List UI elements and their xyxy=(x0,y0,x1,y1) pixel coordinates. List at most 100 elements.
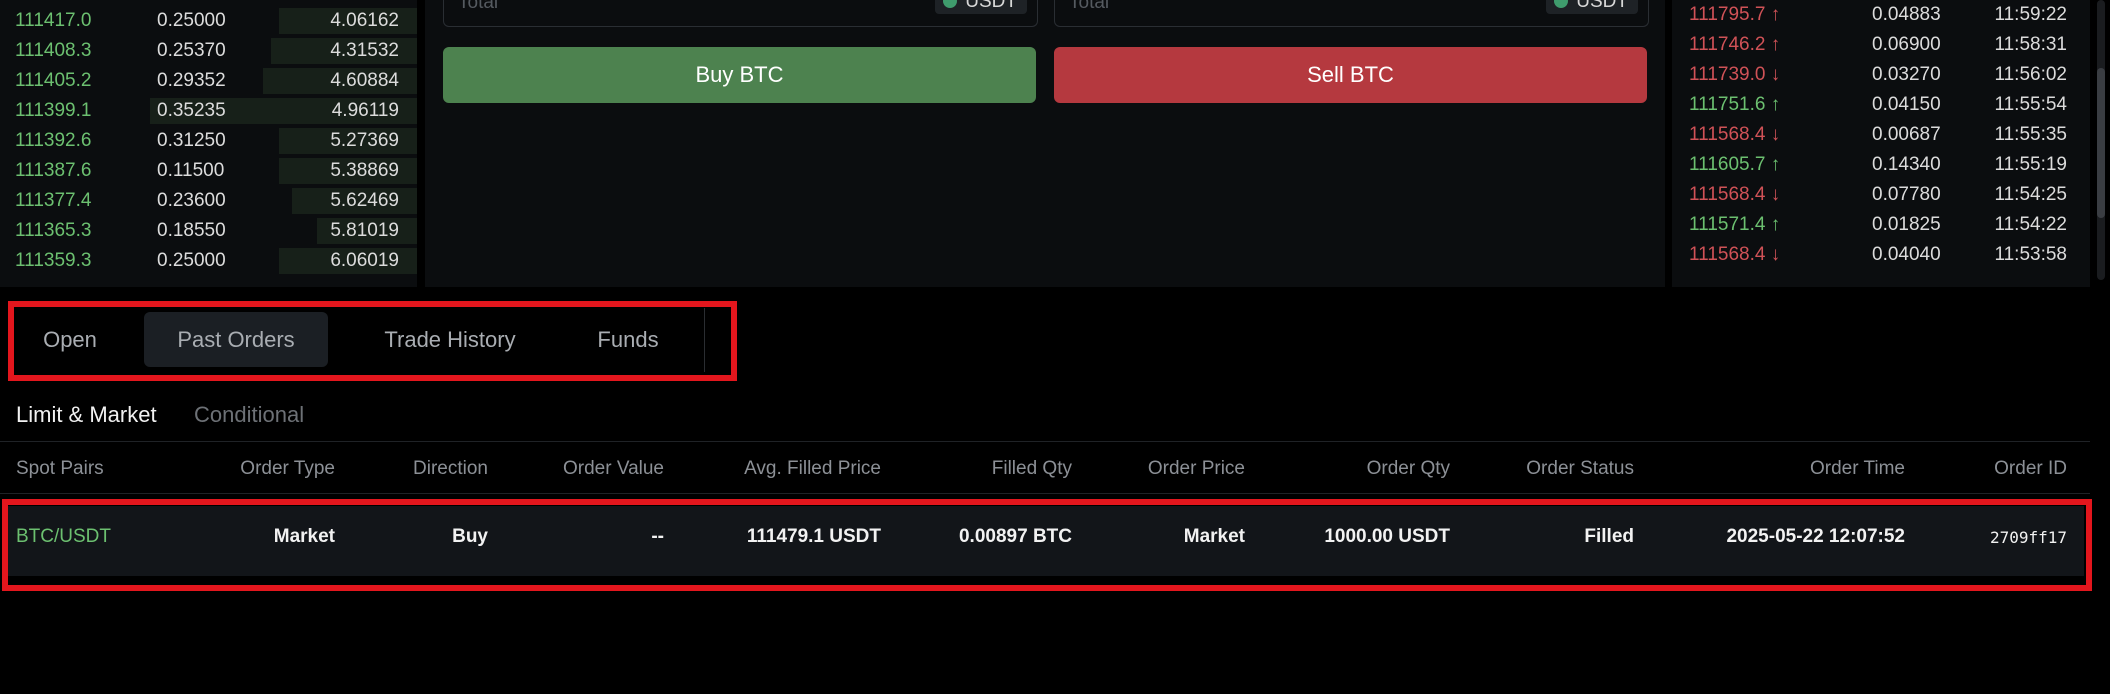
orders-tab-bar: Open Past Orders Trade History Funds xyxy=(18,308,705,372)
cell-order-price: Market xyxy=(1183,526,1245,547)
arrow-down-icon: ↓ xyxy=(1770,244,1781,265)
ask-qty: 0.25370 xyxy=(157,40,226,61)
ask-qty: 0.25000 xyxy=(157,10,226,31)
header-direction: Direction xyxy=(413,458,488,479)
ask-price: 111377.4 xyxy=(15,190,92,211)
header-order-qty: Order Qty xyxy=(1366,458,1450,479)
trade-price-value: 111739.0 xyxy=(1689,64,1766,85)
trade-row: 111795.7 ↑ 0.04883 11:59:22 xyxy=(1672,0,2090,30)
buy-total-field[interactable]: Total USDT xyxy=(443,0,1038,27)
buy-total-label: Total xyxy=(458,0,499,13)
arrow-down-icon: ↓ xyxy=(1770,184,1781,205)
trade-price: 111568.4 ↓ xyxy=(1689,184,1780,206)
arrow-down-icon: ↓ xyxy=(1770,124,1781,145)
header-order-value: Order Value xyxy=(562,458,664,479)
arrow-up-icon: ↑ xyxy=(1770,214,1781,235)
header-order-type: Order Type xyxy=(240,458,335,479)
order-book-row[interactable]: 111399.1 0.35235 4.96119 xyxy=(0,96,417,124)
tab-funds[interactable]: Funds xyxy=(568,312,688,367)
ask-qty: 0.23600 xyxy=(157,190,226,211)
trade-qty: 0.07780 xyxy=(1872,184,1941,205)
order-book-row[interactable]: 111377.4 0.23600 5.62469 xyxy=(0,186,417,214)
trade-row: 111568.4 ↓ 0.07780 11:54:25 xyxy=(1672,180,2090,210)
trade-price: 111795.7 ↑ xyxy=(1689,4,1780,26)
trade-qty: 0.00687 xyxy=(1872,124,1941,145)
arrow-up-icon: ↑ xyxy=(1770,154,1781,175)
trade-price-value: 111605.7 xyxy=(1689,154,1766,175)
buy-total-unit[interactable]: USDT xyxy=(935,0,1027,14)
header-order-time: Order Time xyxy=(1809,458,1905,479)
trade-price: 111571.4 ↑ xyxy=(1689,214,1780,236)
cell-order-type: Market xyxy=(273,526,335,547)
trade-price: 111605.7 ↑ xyxy=(1689,154,1780,176)
sell-total-label: Total xyxy=(1069,0,1110,13)
trade-time: 11:53:58 xyxy=(1994,244,2067,265)
order-book-row[interactable]: 111408.3 0.25370 4.31532 xyxy=(0,36,417,64)
subtab-limit-market[interactable]: Limit & Market xyxy=(16,402,157,428)
ask-total: 5.38869 xyxy=(330,160,399,181)
trade-price-value: 111568.4 xyxy=(1689,244,1766,265)
ask-total: 5.81019 xyxy=(330,220,399,241)
trade-price: 111746.2 ↑ xyxy=(1689,34,1780,56)
sell-btc-button[interactable]: Sell BTC xyxy=(1054,47,1647,103)
buy-btc-button[interactable]: Buy BTC xyxy=(443,47,1036,103)
order-book-row[interactable]: 111417.0 0.25000 4.06162 xyxy=(0,6,417,34)
ask-price: 111359.3 xyxy=(15,250,92,271)
cell-filled-qty: 0.00897 BTC xyxy=(958,526,1072,547)
order-book-row[interactable]: 111405.2 0.29352 4.60884 xyxy=(0,66,417,94)
divider xyxy=(0,441,2090,442)
trade-price-value: 111571.4 xyxy=(1689,214,1766,235)
sell-total-field[interactable]: Total USDT xyxy=(1054,0,1649,27)
subtab-conditional[interactable]: Conditional xyxy=(194,402,304,428)
usdt-icon xyxy=(943,0,958,8)
order-book-row[interactable]: 111392.6 0.31250 5.27369 xyxy=(0,126,417,154)
ask-total: 4.31532 xyxy=(330,40,399,61)
buy-total-unit-label: USDT xyxy=(965,0,1017,12)
ask-qty: 0.31250 xyxy=(157,130,226,151)
trade-price-value: 111568.4 xyxy=(1689,184,1766,205)
trade-row: 111571.4 ↑ 0.01825 11:54:22 xyxy=(1672,210,2090,240)
ask-qty: 0.18550 xyxy=(157,220,226,241)
recent-trades: 111795.7 ↑ 0.04883 11:59:22 111746.2 ↑ 0… xyxy=(1672,0,2090,287)
ask-price: 111399.1 xyxy=(15,100,92,121)
cell-avg-filled-price: 111479.1 USDT xyxy=(746,526,881,547)
trade-row: 111568.4 ↓ 0.04040 11:53:58 xyxy=(1672,240,2090,270)
arrow-up-icon: ↑ xyxy=(1770,94,1781,115)
ask-price: 111387.6 xyxy=(15,160,92,181)
header-order-id: Order ID xyxy=(1994,458,2067,479)
trade-qty: 0.03270 xyxy=(1872,64,1941,85)
trade-row: 111746.2 ↑ 0.06900 11:58:31 xyxy=(1672,30,2090,60)
ask-total: 4.96119 xyxy=(331,100,399,121)
trades-scrollbar[interactable] xyxy=(2097,0,2105,280)
ask-price: 111405.2 xyxy=(15,70,92,91)
divider xyxy=(0,493,2090,494)
trade-time: 11:55:35 xyxy=(1994,124,2067,145)
ask-price: 111365.3 xyxy=(15,220,92,241)
trade-row: 111751.6 ↑ 0.04150 11:55:54 xyxy=(1672,90,2090,120)
order-book-row[interactable]: 111365.3 0.18550 5.81019 xyxy=(0,216,417,244)
trade-time: 11:54:25 xyxy=(1994,184,2067,205)
trade-row: 111605.7 ↑ 0.14340 11:55:19 xyxy=(1672,150,2090,180)
trade-time: 11:58:31 xyxy=(1994,34,2067,55)
trade-price-value: 111751.6 xyxy=(1689,94,1766,115)
trade-time: 11:54:22 xyxy=(1994,214,2067,235)
trade-row: 111739.0 ↓ 0.03270 11:56:02 xyxy=(1672,60,2090,90)
cell-spot-pair[interactable]: BTC/USDT xyxy=(16,526,111,548)
cell-order-qty: 1000.00 USDT xyxy=(1324,526,1450,547)
trade-time: 11:55:19 xyxy=(1994,154,2067,175)
tab-open[interactable]: Open xyxy=(20,312,120,367)
cell-order-id[interactable]: 2709ff17 xyxy=(1990,528,2067,547)
order-book-row[interactable]: 111387.6 0.11500 5.38869 xyxy=(0,156,417,184)
cell-order-time: 2025-05-22 12:07:52 xyxy=(1726,526,1905,547)
scrollbar-thumb[interactable] xyxy=(2097,68,2105,218)
sell-total-unit[interactable]: USDT xyxy=(1546,0,1638,14)
order-book-row[interactable]: 111359.3 0.25000 6.06019 xyxy=(0,246,417,274)
tab-past-orders[interactable]: Past Orders xyxy=(144,312,328,367)
header-filled-qty: Filled Qty xyxy=(991,458,1072,479)
arrow-down-icon: ↓ xyxy=(1770,64,1781,85)
trade-price-value: 111568.4 xyxy=(1689,124,1766,145)
tab-trade-history[interactable]: Trade History xyxy=(350,312,550,367)
header-avg-filled-price: Avg. Filled Price xyxy=(744,458,881,479)
ask-total: 5.27369 xyxy=(330,130,399,151)
trade-qty: 0.14340 xyxy=(1872,154,1941,175)
